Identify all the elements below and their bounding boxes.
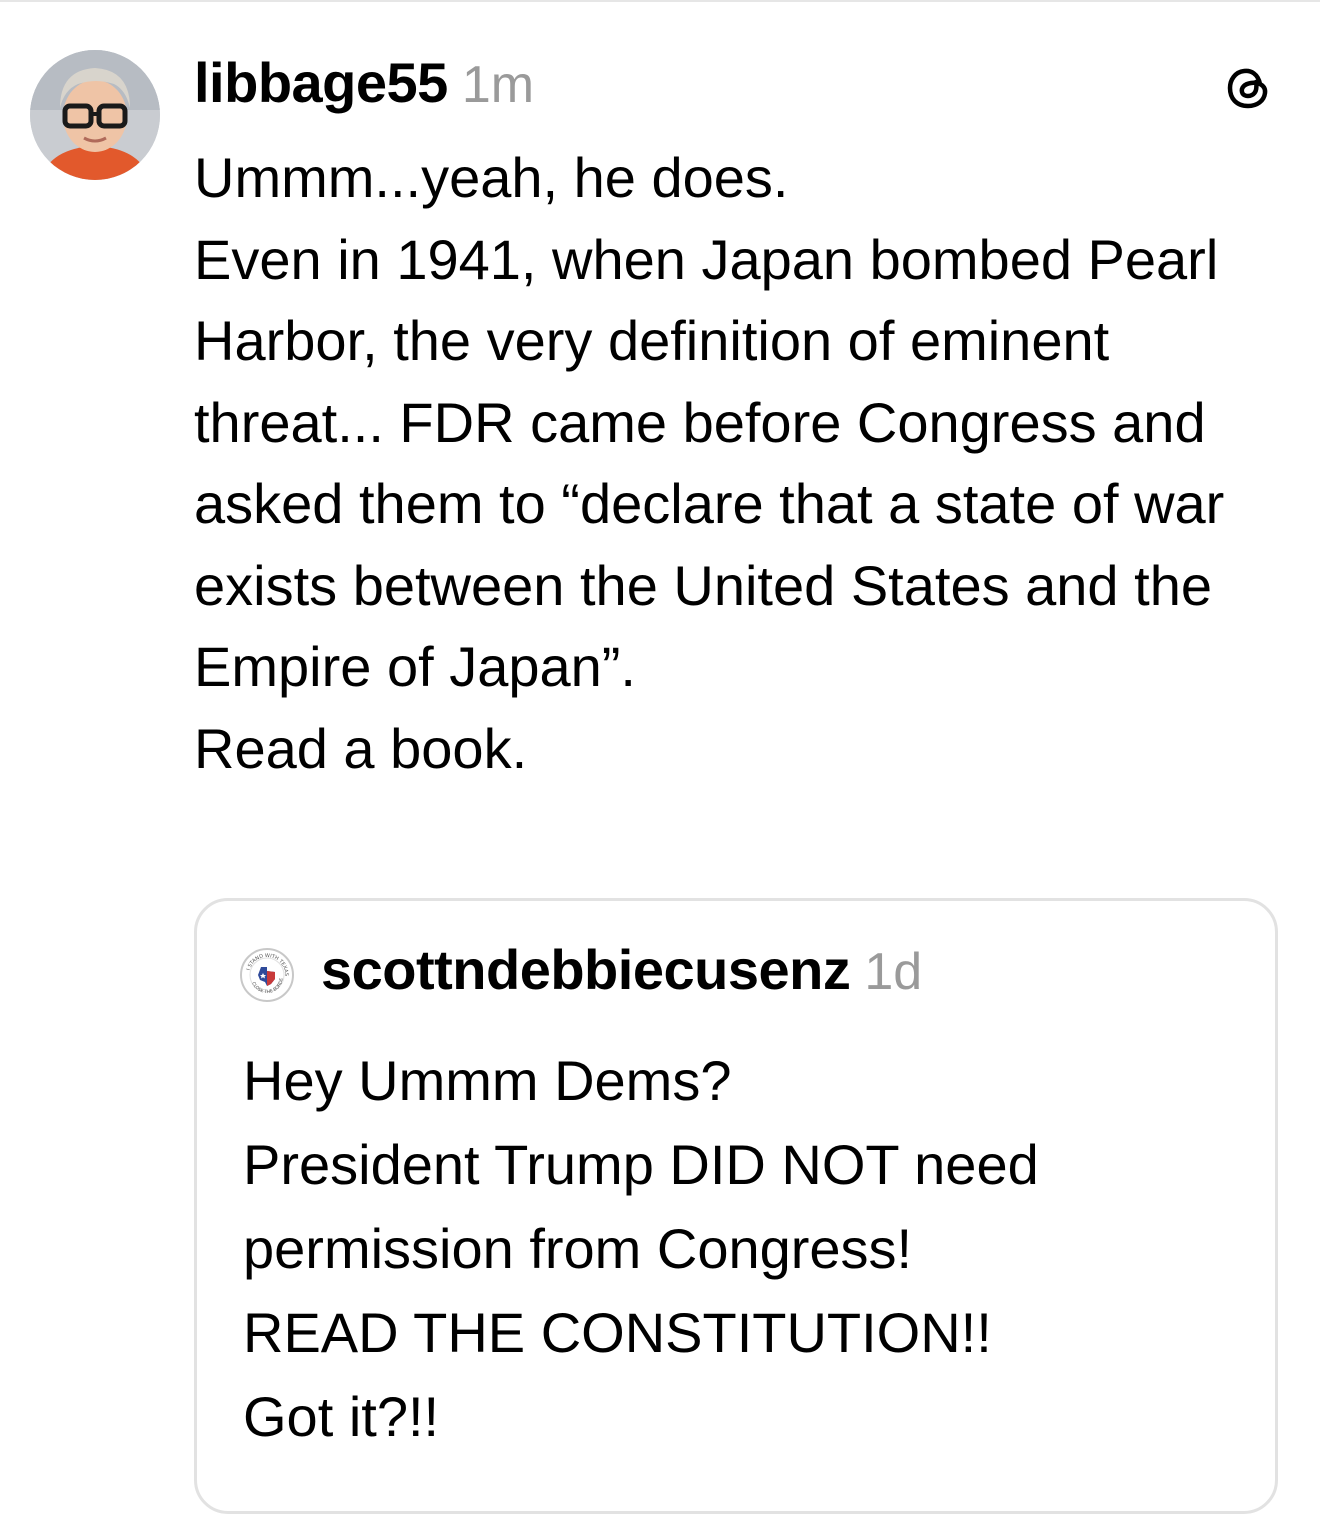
texas-badge-avatar-icon: I STAND WITH TEXAS CLOSE THE BORDER: [239, 947, 294, 1002]
quoted-post-line: Hey Ummm Dems?: [243, 1049, 732, 1112]
threads-logo-icon: [1224, 62, 1274, 112]
quoted-author-avatar[interactable]: I STAND WITH TEXAS CLOSE THE BORDER: [239, 947, 295, 1003]
quoted-post-line: READ THE CONSTITUTION!!: [243, 1301, 992, 1364]
quoted-post-timestamp: 1d: [864, 943, 923, 1001]
post-line: Even in 1941, when Japan bombed Pearl Ha…: [194, 227, 1225, 699]
quoted-post-header: scottndebbiecusenz 1d: [321, 937, 922, 1007]
post-body: Ummm...yeah, he does. Even in 1941, when…: [194, 137, 1294, 789]
post-line: Read a book.: [194, 716, 528, 780]
quoted-post-card[interactable]: I STAND WITH TEXAS CLOSE THE BORDER scot…: [194, 898, 1278, 1514]
threads-post: libbage55 1m Ummm...yeah, he does. Even …: [0, 0, 1320, 1524]
quoted-post-body: Hey Ummm Dems? President Trump DID NOT n…: [243, 1039, 1253, 1459]
post-header: libbage55 1m: [194, 50, 534, 120]
user-avatar[interactable]: [30, 50, 160, 180]
post-line: Ummm...yeah, he does.: [194, 146, 789, 209]
quoted-author-username[interactable]: scottndebbiecusenz: [321, 937, 851, 1002]
quoted-post-line: President Trump DID NOT need permission …: [243, 1133, 1039, 1280]
post-timestamp: 1m: [461, 56, 535, 114]
quoted-post-line: Got it?!!: [243, 1385, 440, 1448]
user-avatar-photo-icon: [30, 50, 160, 180]
author-username[interactable]: libbage55: [194, 50, 448, 115]
